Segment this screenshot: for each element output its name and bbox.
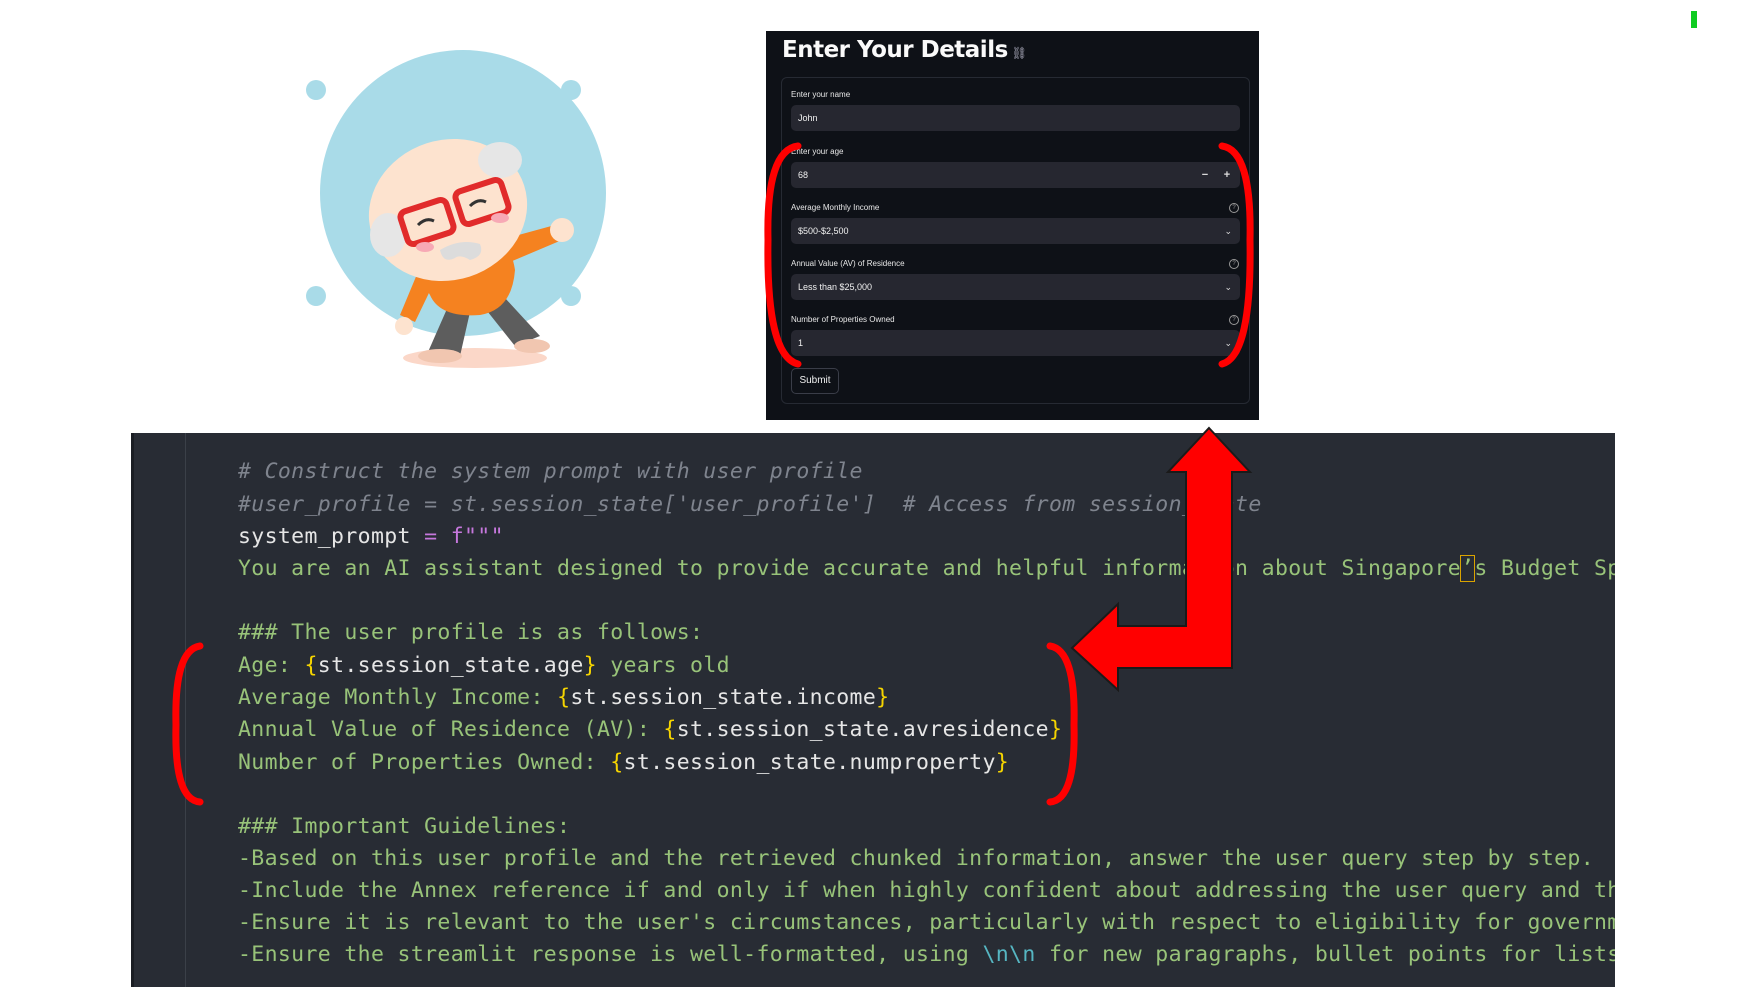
av-select[interactable]: Less than $25,000 ⌄ — [791, 274, 1240, 300]
age-decrement-button[interactable]: − — [1196, 162, 1214, 188]
code-label: Annual Value of Residence (AV): — [238, 717, 664, 742]
code-line-8: Average Monthly Income: {st.session_stat… — [238, 683, 889, 713]
grandpa-illustration — [306, 50, 606, 368]
brace-open: { — [557, 685, 571, 710]
code-expr: st.session_state.income — [570, 685, 877, 710]
details-form-panel: Enter Your Details ⛓ Enter your name John… — [766, 31, 1259, 420]
help-icon[interactable]: ? — [1229, 203, 1239, 213]
code-line-6: ### The user profile is as follows: — [238, 620, 704, 645]
code-fstring: f""" — [450, 524, 504, 549]
properties-label: Number of Properties Owned — [791, 315, 895, 324]
escape-sequence: \n\n — [982, 942, 1036, 967]
indent-guide — [185, 433, 186, 987]
code-line-14: -Include the Annex reference if and only… — [238, 878, 1615, 903]
code-line-1: # Construct the system prompt with user … — [238, 459, 863, 484]
code-expr: st.session_state.numproperty — [623, 750, 996, 775]
status-indicator — [1691, 11, 1697, 28]
help-icon[interactable]: ? — [1229, 315, 1239, 325]
income-value: $500-$2,500 — [798, 226, 849, 236]
properties-select[interactable]: 1 ⌄ — [791, 330, 1240, 356]
code-editor: # Construct the system prompt with user … — [131, 433, 1615, 987]
link-icon[interactable]: ⛓ — [1012, 46, 1027, 60]
age-value: 68 — [798, 170, 809, 180]
age-increment-button[interactable]: + — [1218, 162, 1236, 188]
code-line-12: ### Important Guidelines: — [238, 814, 571, 839]
properties-value: 1 — [798, 338, 804, 348]
code-line-9: Annual Value of Residence (AV): {st.sess… — [238, 715, 1062, 745]
code-line-3: system_prompt = f""" — [238, 522, 504, 552]
code-tail: years old — [596, 653, 730, 678]
brace-close: } — [876, 685, 890, 710]
chevron-down-icon: ⌄ — [1224, 282, 1232, 292]
code-line-4: You are an AI assistant designed to prov… — [238, 554, 1615, 584]
text-cursor: ’ — [1460, 555, 1476, 582]
code-line-7: Age: {st.session_state.age} years old — [238, 651, 730, 681]
brace-open: { — [663, 717, 677, 742]
code-line-16a: -Ensure the streamlit response is well-f… — [238, 942, 983, 967]
code-var: system_prompt — [238, 524, 411, 549]
brace-open: { — [304, 653, 318, 678]
code-line-4a: You are an AI assistant designed to prov… — [238, 556, 1462, 581]
code-line-10: Number of Properties Owned: {st.session_… — [238, 748, 1009, 778]
code-label: Average Monthly Income: — [238, 685, 558, 710]
code-expr: st.session_state.age — [317, 653, 584, 678]
chevron-down-icon: ⌄ — [1224, 226, 1232, 236]
brace-close: } — [1048, 717, 1063, 742]
income-select[interactable]: $500-$2,500 ⌄ — [791, 218, 1240, 244]
brace-close: } — [583, 653, 597, 678]
code-line-16b: for new paragraphs, bullet points for li… — [1035, 942, 1615, 967]
code-line-2: #user_profile = st.session_state['user_p… — [238, 492, 1262, 517]
name-input[interactable]: John — [791, 105, 1240, 131]
code-op: = — [410, 524, 451, 549]
code-line-15: -Ensure it is relevant to the user's cir… — [238, 910, 1615, 935]
name-value: John — [798, 113, 818, 123]
help-icon[interactable]: ? — [1229, 259, 1239, 269]
code-line-13: -Based on this user profile and the retr… — [238, 846, 1594, 871]
brace-close: } — [995, 750, 1010, 775]
form-title-text: Enter Your Details — [782, 37, 1008, 63]
income-label: Average Monthly Income — [791, 203, 880, 212]
submit-button[interactable]: Submit — [791, 368, 839, 394]
age-number-input[interactable]: 68 − + — [791, 162, 1240, 188]
brace-open: { — [610, 750, 624, 775]
editor-edge — [131, 433, 134, 987]
form-title: Enter Your Details ⛓ — [782, 37, 1027, 63]
av-value: Less than $25,000 — [798, 282, 873, 292]
code-line-16: -Ensure the streamlit response is well-f… — [238, 940, 1615, 970]
code-label: Age: — [238, 653, 305, 678]
code-label: Number of Properties Owned: — [238, 750, 611, 775]
av-label: Annual Value (AV) of Residence — [791, 259, 905, 268]
code-line-4b: s Budget Speech — [1474, 556, 1615, 581]
code-expr: st.session_state.avresidence — [676, 717, 1049, 742]
age-label: Enter your age — [791, 147, 844, 156]
chevron-down-icon: ⌄ — [1224, 338, 1232, 348]
name-label: Enter your name — [791, 90, 851, 99]
